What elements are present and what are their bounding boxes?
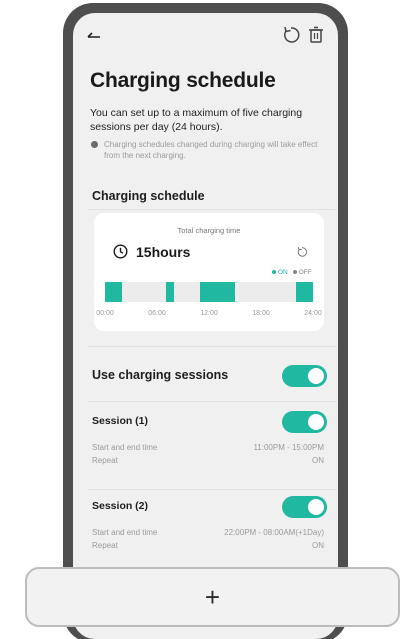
divider xyxy=(87,401,337,402)
timeline-tick-label: 12:00 xyxy=(200,310,218,317)
chart-legend: ON OFF xyxy=(272,269,312,276)
refresh-icon[interactable] xyxy=(281,25,301,45)
page-description: You can set up to a maximum of five char… xyxy=(90,107,303,133)
session-repeat-label: Repeat xyxy=(92,456,118,465)
toggle-knob xyxy=(308,414,324,430)
total-time-value: 15hours xyxy=(136,244,191,260)
plus-icon: + xyxy=(204,582,221,612)
schedule-chart-card: Total charging time 15hours ON OFF 00:00 0… xyxy=(94,213,324,331)
info-dot-icon xyxy=(91,141,98,148)
total-time-label: Total charging time xyxy=(177,226,241,235)
divider xyxy=(87,346,337,347)
session-repeat-row: Repeat ON xyxy=(92,541,324,550)
session-repeat-value: ON xyxy=(312,541,324,550)
timeline-on-segment xyxy=(295,282,313,302)
timeline-on-segment xyxy=(105,282,123,302)
info-note-text: Charging schedules changed during chargi… xyxy=(104,140,318,160)
session-2: Session (2) Start and end time 22:00PM -… xyxy=(92,496,337,570)
session-repeat-row: Repeat ON xyxy=(92,456,324,465)
session-time-value: 22:00PM - 08:00AM(+1Day) xyxy=(224,528,324,537)
timeline-tick-label: 06:00 xyxy=(148,310,166,317)
page-title: Charging schedule xyxy=(90,69,276,92)
timeline-tick-label: 00:00 xyxy=(96,310,114,317)
timeline-on-segment xyxy=(200,282,235,302)
session-time-label: Start and end time xyxy=(92,443,158,452)
divider xyxy=(87,489,337,490)
session-title: Session (2) xyxy=(92,500,149,512)
timeline-ticks: 00:00 06:00 12:00 18:00 24:00 xyxy=(94,310,324,320)
session-1-toggle[interactable] xyxy=(282,411,327,433)
use-sessions-label: Use charging sessions xyxy=(92,368,229,382)
add-session-button[interactable]: + xyxy=(25,567,400,627)
trash-icon[interactable] xyxy=(307,25,325,45)
info-note: Charging schedules changed during chargi… xyxy=(90,139,335,161)
use-sessions-row: Use charging sessions xyxy=(92,356,332,396)
legend-off-dot xyxy=(292,270,297,275)
use-sessions-toggle[interactable] xyxy=(282,365,327,387)
legend-off-label: OFF xyxy=(298,269,312,276)
session-title: Session (1) xyxy=(92,415,149,427)
timeline-on-segment xyxy=(165,282,175,302)
clock-icon xyxy=(113,244,128,259)
session-repeat-value: ON xyxy=(312,456,324,465)
top-bar xyxy=(73,13,338,57)
toggle-knob xyxy=(308,368,324,384)
chart-refresh-icon[interactable] xyxy=(296,246,308,258)
session-time-label: Start and end time xyxy=(92,528,158,537)
session-repeat-label: Repeat xyxy=(92,541,118,550)
legend-on-dot xyxy=(272,270,276,275)
back-arrow-icon[interactable] xyxy=(85,27,107,43)
session-2-toggle[interactable] xyxy=(282,496,327,518)
schedule-section-label: Charging schedule xyxy=(92,189,205,203)
schedule-timeline-bar xyxy=(105,282,313,302)
session-time-row: Start and end time 22:00PM - 08:00AM(+1D… xyxy=(92,528,324,537)
phone-frame: Charging schedule You can set up to a ma… xyxy=(63,3,348,639)
legend-on-label: ON xyxy=(278,269,288,276)
session-time-row: Start and end time 11:00PM - 15:00PM xyxy=(92,443,324,452)
timeline-tick-label: 24:00 xyxy=(304,310,322,317)
session-time-value: 11:00PM - 15:00PM xyxy=(253,443,324,452)
app-screen: Charging schedule You can set up to a ma… xyxy=(73,13,338,639)
toggle-knob xyxy=(308,499,324,515)
session-1: Session (1) Start and end time 11:00PM -… xyxy=(92,411,337,485)
timeline-tick-label: 18:00 xyxy=(252,310,270,317)
divider xyxy=(87,209,337,210)
